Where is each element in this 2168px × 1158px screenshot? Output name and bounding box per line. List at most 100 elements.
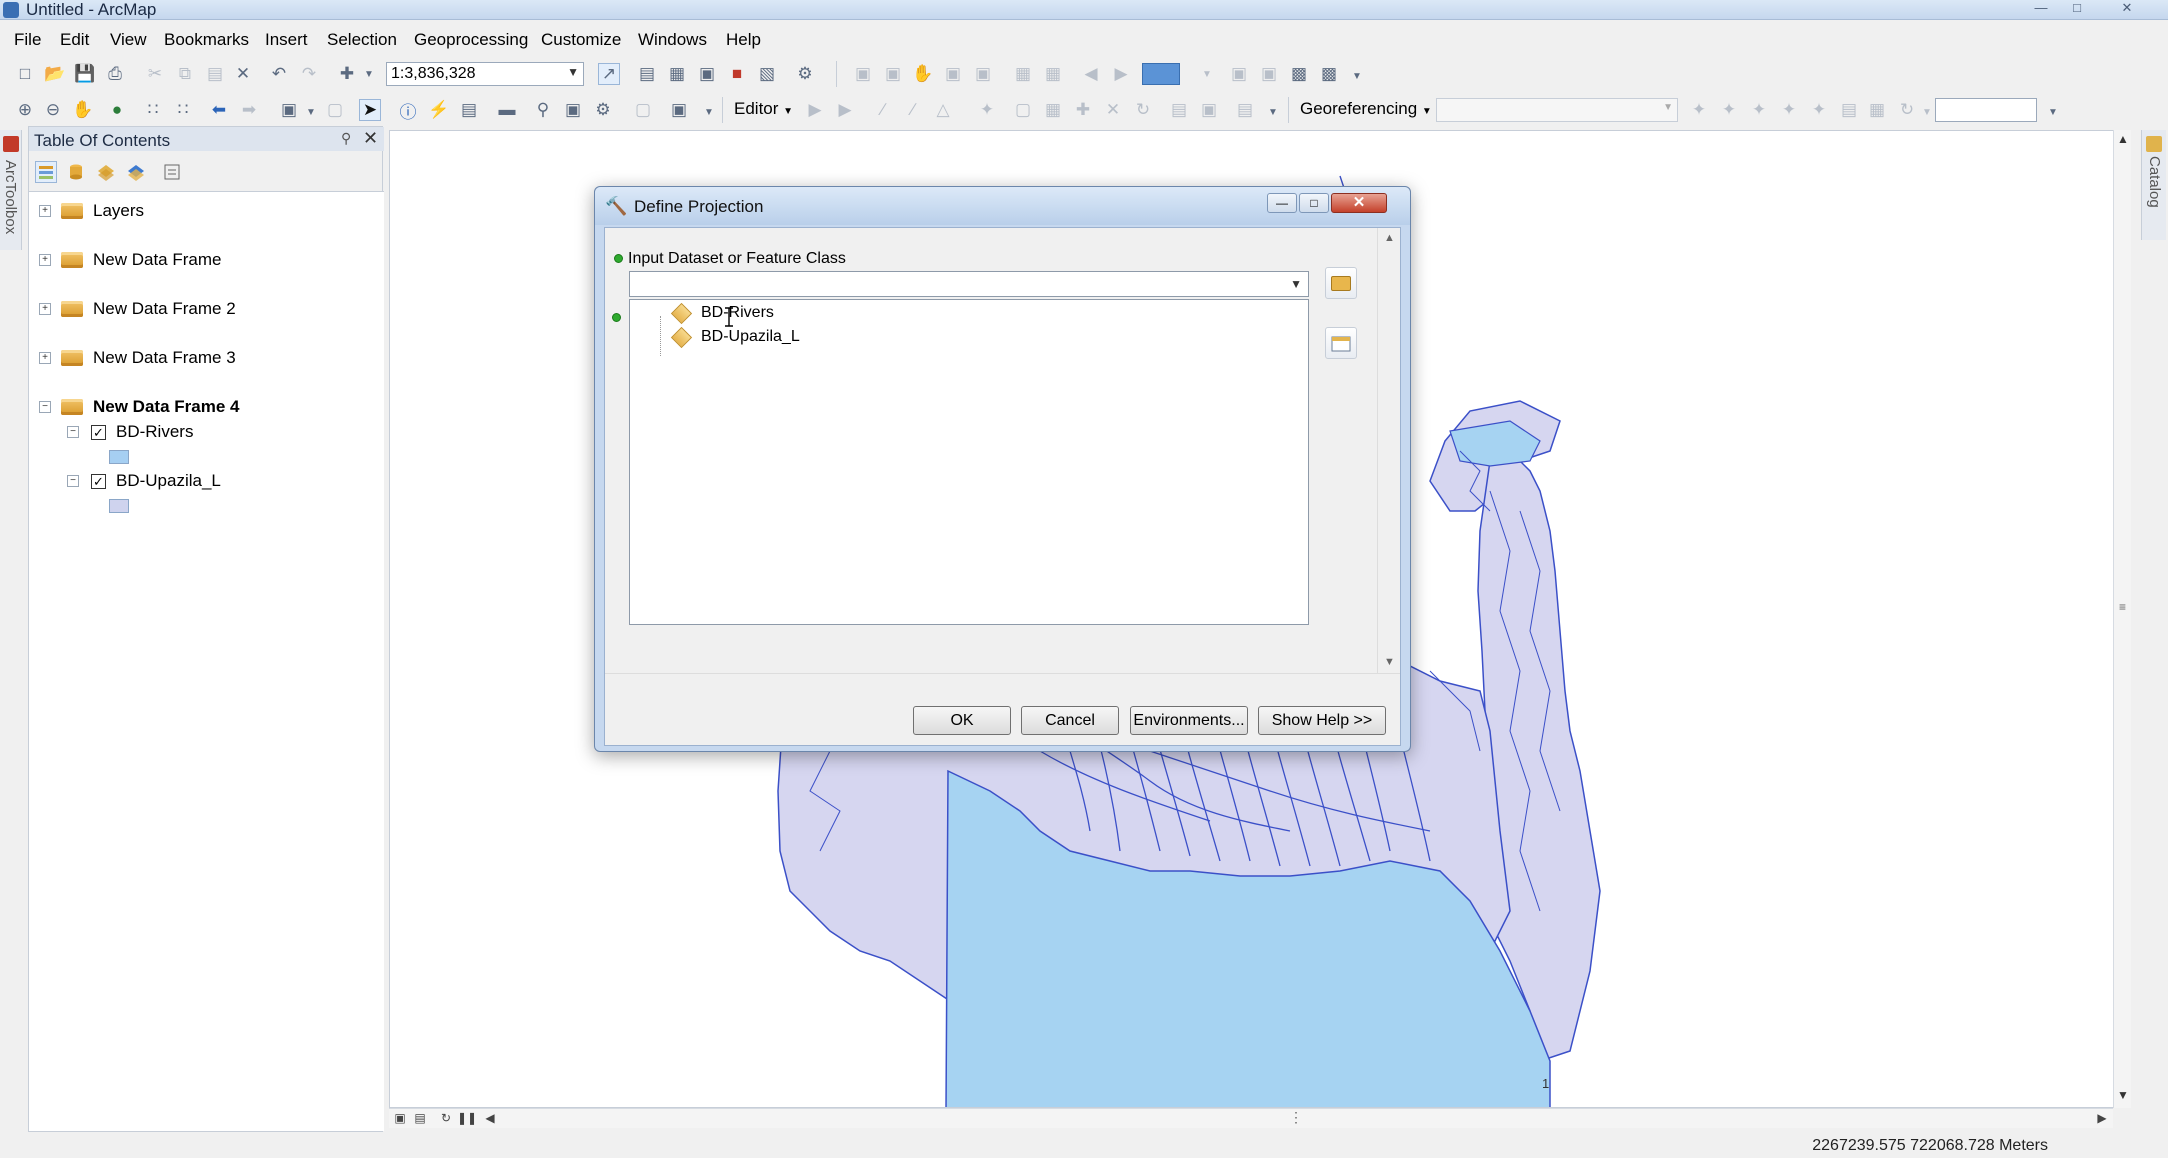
scroll-left-icon[interactable]: ◀ xyxy=(481,1111,499,1127)
print-icon[interactable]: ⎙ xyxy=(104,63,126,85)
menu-customize[interactable]: Customize xyxy=(541,30,621,50)
collapse-icon[interactable]: − xyxy=(39,401,51,413)
menu-windows[interactable]: Windows xyxy=(638,30,707,50)
delete-icon[interactable]: ✕ xyxy=(232,63,254,85)
dropdown-option-bd-upazila[interactable]: BD-Upazila_L xyxy=(670,326,800,348)
undo-icon[interactable]: ↶ xyxy=(268,63,290,85)
scroll-grip-icon[interactable]: ⋮ xyxy=(1289,1109,1303,1126)
expand-icon[interactable]: + xyxy=(39,352,51,364)
pause-drawing-icon[interactable]: ❚❚ xyxy=(457,1111,477,1127)
cancel-button[interactable]: Cancel xyxy=(1021,706,1119,735)
menu-insert[interactable]: Insert xyxy=(265,30,308,50)
map-horizontal-scrollbar[interactable]: ▣ ▤ ↻ ❚❚ ◀ ⋮ ▶ xyxy=(389,1108,2113,1128)
go-to-xy-icon[interactable]: ⚙ xyxy=(592,99,614,121)
fixed-zoom-out-icon[interactable]: ∷ xyxy=(172,99,194,121)
browse-button[interactable] xyxy=(1325,267,1357,299)
zoom-100-icon[interactable]: ▣ xyxy=(972,63,994,85)
dialog-close-button[interactable]: ✕ xyxy=(1331,193,1387,213)
layer-symbol-swatch[interactable] xyxy=(109,450,129,464)
view-link-table-icon[interactable]: ✦ xyxy=(1808,99,1830,121)
dialog-minimize-button[interactable]: — xyxy=(1267,193,1297,213)
list-by-visibility-icon[interactable] xyxy=(95,161,117,183)
close-window-button[interactable]: ✕ xyxy=(2110,0,2144,16)
endpoint-arc-icon[interactable]: ∕ xyxy=(902,99,924,121)
rotate-georef-icon[interactable]: ✦ xyxy=(1688,99,1710,121)
menu-edit[interactable]: Edit xyxy=(60,30,89,50)
table-of-contents-icon[interactable]: ▤ xyxy=(636,63,658,85)
add-data-icon[interactable]: ✚ xyxy=(336,63,358,85)
python-window-icon[interactable]: ▧ xyxy=(756,63,778,85)
change-layout-icon[interactable]: ▩ xyxy=(1288,63,1310,85)
cut-polygons-icon[interactable]: ✚ xyxy=(1072,99,1094,121)
measure-icon[interactable]: ▬ xyxy=(496,99,518,121)
shift-georef-icon[interactable]: ✦ xyxy=(1718,99,1740,121)
ok-button[interactable]: OK xyxy=(913,706,1011,735)
zoom-out-icon[interactable]: ⊖ xyxy=(42,99,64,121)
list-by-selection-icon[interactable] xyxy=(125,161,147,183)
cut-icon[interactable]: ✂ xyxy=(144,63,166,85)
add-control-points-icon[interactable]: ✦ xyxy=(1778,99,1800,121)
georef-options-icon[interactable]: ▼ xyxy=(2042,101,2064,123)
editor-toolbar-icon[interactable]: ↗ xyxy=(598,63,620,85)
scroll-down-icon[interactable]: ▼ xyxy=(2117,1088,2129,1102)
menu-geoprocessing[interactable]: Geoprocessing xyxy=(414,30,528,50)
straight-segment-icon[interactable]: ∕ xyxy=(872,99,894,121)
attributes-icon[interactable]: ▤ xyxy=(1168,99,1190,121)
expand-icon[interactable]: + xyxy=(39,205,51,217)
scroll-down-icon[interactable]: ▼ xyxy=(1384,656,1395,668)
fixed-zoom-in-icon[interactable]: ∷ xyxy=(142,99,164,121)
hyperlink-icon[interactable]: ⚡ xyxy=(428,99,450,121)
scroll-up-icon[interactable]: ▲ xyxy=(1384,232,1395,244)
menu-selection[interactable]: Selection xyxy=(327,30,397,50)
expand-icon[interactable]: + xyxy=(39,254,51,266)
split-icon[interactable]: ✕ xyxy=(1102,99,1124,121)
identify-icon[interactable]: ⓘ xyxy=(397,99,419,122)
add-data-dropdown-icon[interactable]: ▼ xyxy=(358,63,380,85)
catalog-window-icon[interactable]: ▦ xyxy=(666,63,688,85)
map-vertical-scrollbar[interactable]: ▲ ≡ ▼ xyxy=(2113,130,2131,1108)
zoom-percent-dropdown-icon[interactable]: ▼ xyxy=(1196,63,1218,85)
georeferencing-menu[interactable]: Georeferencing ▼ xyxy=(1300,99,1432,119)
toolbar-options-icon[interactable]: ▼ xyxy=(1346,65,1368,87)
data-view-icon[interactable]: ▤ xyxy=(411,1111,429,1127)
tree-item-new-data-frame[interactable]: + New Data Frame xyxy=(39,249,221,271)
scroll-up-icon[interactable]: ▲ xyxy=(2117,132,2129,146)
select-features-icon[interactable]: ▣ xyxy=(278,99,300,121)
scroll-grip-icon[interactable]: ≡ xyxy=(2119,600,2126,614)
go-back-icon[interactable]: ⬅ xyxy=(208,99,230,121)
expand-icon[interactable]: + xyxy=(39,303,51,315)
select-features-dropdown-icon[interactable]: ▼ xyxy=(300,101,322,123)
data-driven-pages-icon[interactable]: ▩ xyxy=(1318,63,1340,85)
focus-data-frame-icon[interactable]: ▣ xyxy=(1258,63,1280,85)
tools-options-icon[interactable]: ▼ xyxy=(698,101,720,123)
zoom-in-icon[interactable]: ⊕ xyxy=(14,99,36,121)
search-window-icon[interactable]: ▣ xyxy=(696,63,718,85)
auto-registration-icon[interactable]: ▤ xyxy=(1838,99,1860,121)
input-dataset-combo[interactable]: ▼ xyxy=(629,271,1309,297)
dialog-titlebar[interactable]: 🔨 Define Projection — □ ✕ xyxy=(595,187,1410,225)
coordinate-system-button[interactable] xyxy=(1325,327,1357,359)
trace-icon[interactable]: △ xyxy=(932,99,954,121)
list-by-source-icon[interactable] xyxy=(65,161,87,183)
reshape-icon[interactable]: ▦ xyxy=(1042,99,1064,121)
tree-item-new-data-frame-2[interactable]: + New Data Frame 2 xyxy=(39,298,236,320)
new-document-icon[interactable]: □ xyxy=(14,63,36,85)
edit-annotation-icon[interactable]: ▶ xyxy=(834,99,856,121)
tree-item-layers[interactable]: + Layers xyxy=(39,200,144,222)
tree-item-new-data-frame-3[interactable]: + New Data Frame 3 xyxy=(39,347,236,369)
find-icon[interactable]: ⚲ xyxy=(532,99,554,121)
scale-georef-icon[interactable]: ✦ xyxy=(1748,99,1770,121)
next-extent-page-icon[interactable]: ▶ xyxy=(1110,63,1132,85)
save-icon[interactable]: 💾 xyxy=(74,63,96,85)
arctoolbox-tab[interactable]: ArcToolbox xyxy=(0,130,22,250)
edit-vertices-icon[interactable]: ▢ xyxy=(1012,99,1034,121)
tree-item-new-data-frame-4[interactable]: − New Data Frame 4 xyxy=(39,396,239,418)
pan-icon[interactable]: ✋ xyxy=(72,99,94,121)
arctoolbox-icon[interactable]: ■ xyxy=(726,63,748,85)
open-time-slider-icon[interactable]: ▢ xyxy=(632,99,654,121)
rotate-dropdown-icon[interactable]: ↻ xyxy=(1896,99,1918,121)
close-icon[interactable]: ✕ xyxy=(363,128,378,149)
collapse-icon[interactable]: − xyxy=(67,426,79,438)
editor-options-icon[interactable]: ▼ xyxy=(1262,101,1284,123)
refresh-icon[interactable]: ↻ xyxy=(437,1111,455,1127)
